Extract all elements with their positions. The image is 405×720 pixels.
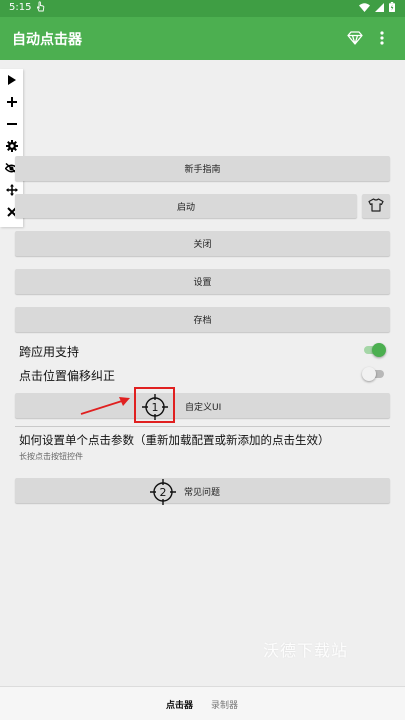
cross-app-toggle[interactable]	[362, 343, 386, 357]
shirt-icon	[368, 197, 384, 216]
watermark: 沃德下载站	[263, 641, 349, 660]
app-title: 自动点击器	[12, 32, 82, 48]
guide-button[interactable]: 新手指南	[15, 156, 390, 181]
more-vert-icon[interactable]	[379, 30, 385, 50]
status-bar: 5:15	[0, 0, 405, 17]
save-button[interactable]: 存档	[15, 307, 390, 332]
custom-ui-label: 自定义UI	[185, 403, 222, 413]
offset-correction-label: 点击位置偏移纠正	[19, 369, 116, 383]
battery-icon	[389, 2, 395, 12]
tab-recorder[interactable]: 录制器	[211, 698, 238, 711]
status-time: 5:15	[9, 2, 32, 13]
close-button[interactable]: 关闭	[15, 231, 390, 256]
diamond-icon[interactable]	[347, 30, 363, 49]
start-button[interactable]: 启动	[15, 194, 357, 218]
play-icon[interactable]	[0, 69, 23, 91]
crosshair-target-icon-2: 2	[149, 478, 177, 510]
faq-label: 常见问题	[184, 488, 221, 498]
faq-button[interactable]: 常见问题	[15, 478, 390, 503]
pointer-arrow-icon	[80, 396, 132, 420]
info-subtitle: 长按点击按钮控件	[19, 452, 83, 461]
info-title[interactable]: 如何设置单个点击参数（重新加载配置或新添加的点击生效）	[19, 432, 330, 448]
settings-button[interactable]: 设置	[15, 269, 390, 294]
offset-correction-toggle[interactable]	[362, 367, 386, 381]
custom-ui-button[interactable]: 自定义UI	[15, 393, 390, 418]
touch-icon	[36, 1, 45, 15]
divider	[15, 426, 390, 427]
minus-icon[interactable]	[0, 113, 23, 135]
bottom-nav: 点击器 录制器	[0, 686, 405, 720]
plus-icon[interactable]	[0, 91, 23, 113]
wifi-icon	[359, 2, 370, 12]
highlight-box	[134, 387, 175, 423]
gear-icon[interactable]	[0, 135, 23, 157]
cross-app-label: 跨应用支持	[19, 345, 80, 359]
signal-icon	[375, 2, 384, 12]
tab-clicker[interactable]: 点击器	[166, 698, 193, 711]
theme-button[interactable]	[362, 194, 390, 218]
app-bar: 自动点击器	[0, 17, 405, 60]
target-number-2: 2	[160, 486, 167, 499]
